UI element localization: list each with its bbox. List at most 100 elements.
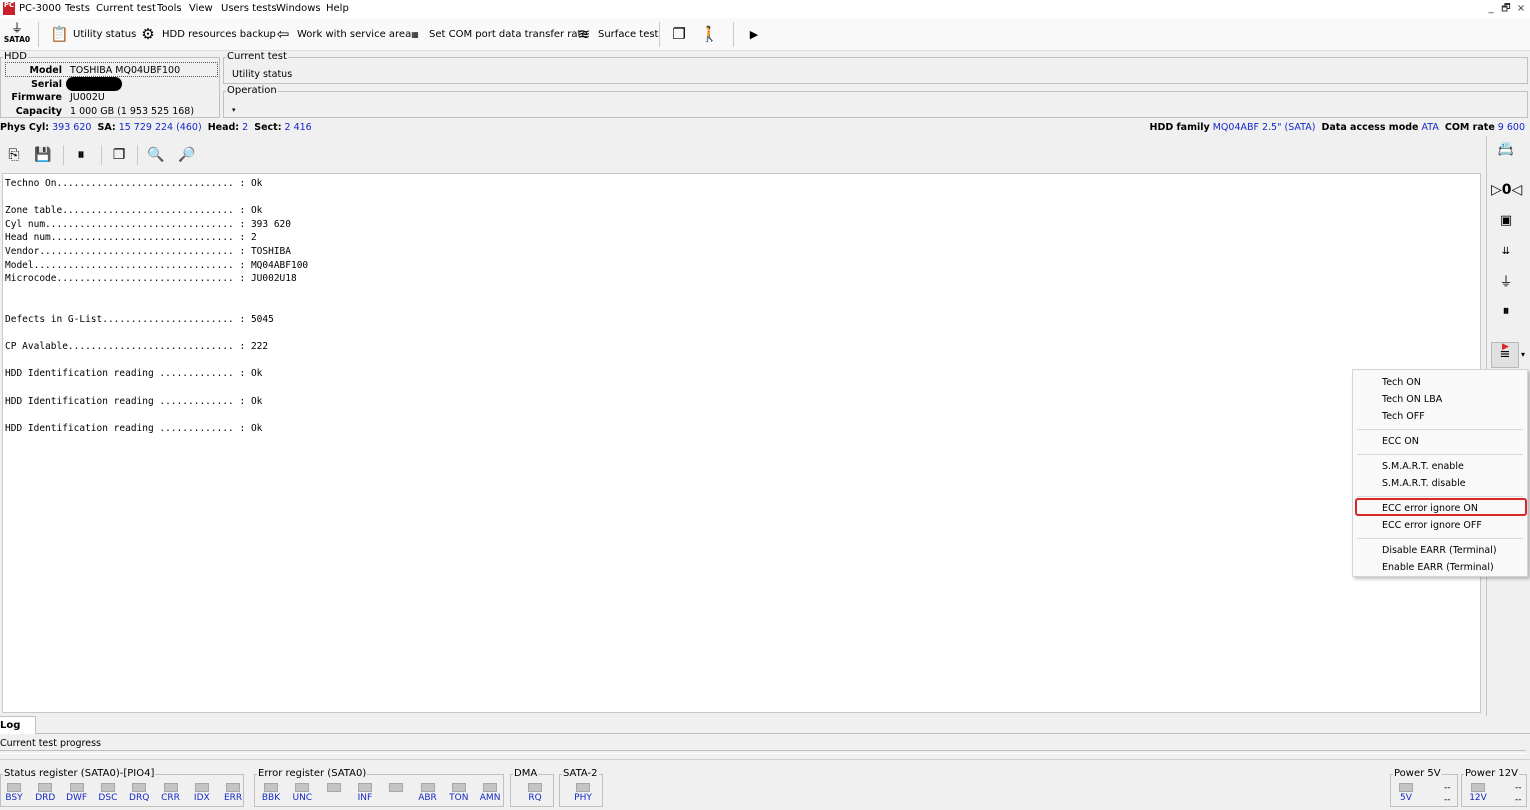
toolbar-separator [38, 22, 39, 47]
menu-item-tech-on-lba[interactable]: Tech ON LBA [1353, 391, 1527, 408]
restore-icon[interactable]: 🗗 [1499, 2, 1513, 16]
status-flag-indicator [132, 783, 147, 792]
power-icon[interactable]: ⏚ [1491, 271, 1521, 295]
menu-windows[interactable]: Windows [276, 3, 321, 14]
close-icon[interactable]: × [1514, 2, 1528, 16]
error-flag-label: ABR [418, 793, 437, 803]
status-flag-indicator [163, 783, 178, 792]
status-flag-label: BSY [5, 793, 23, 803]
com-rate-button[interactable]: ▦ Set COM port data transfer rate [406, 18, 587, 51]
menu-item-ecc-on[interactable]: ECC ON [1353, 433, 1527, 450]
pause-icon[interactable]: ⏸ [70, 145, 92, 165]
copy-icon[interactable]: ❐ [108, 145, 130, 165]
power-12v-flag-indicator [1471, 783, 1485, 792]
sata-port-button[interactable]: ⏚ SATA0 [3, 21, 31, 48]
com-rate-label: COM rate [1444, 122, 1495, 133]
clipboard-icon: 📋 [50, 25, 69, 43]
menu-item-ecc-error-ignore-off[interactable]: ECC error ignore OFF [1353, 517, 1527, 534]
menu-item-enable-earr-terminal[interactable]: Enable EARR (Terminal) [1353, 559, 1527, 576]
head-value: 2 [242, 122, 249, 133]
status-flag-label: DSC [98, 793, 118, 803]
error-flag-label: AMN [479, 793, 501, 803]
open-log-icon[interactable]: ⎘ [3, 145, 25, 165]
surface-test-label: Surface test [598, 29, 659, 40]
menu-help[interactable]: Help [326, 3, 349, 14]
current-test-progress-label: Current test progress [0, 738, 101, 749]
sata-label: SATA0 [3, 35, 31, 44]
exit-icon: 🚶 [700, 25, 719, 43]
log-line: Head num................................… [5, 232, 257, 244]
status-register-legend: Status register (SATA0)-[PIO4] [4, 768, 155, 779]
menu-item-tech-on[interactable]: Tech ON [1353, 374, 1527, 391]
tab-log[interactable]: Log [0, 716, 36, 734]
menu-app-title[interactable]: PC-3000 [19, 3, 61, 14]
chevron-down-icon[interactable]: ▾ [1521, 350, 1525, 359]
tech-commands-icon[interactable]: ▶ ≡ [1491, 342, 1519, 368]
plug-icon: ⏚ [10, 21, 23, 35]
firmware-label: Firmware [11, 92, 62, 103]
operation-dropdown-icon[interactable]: ▾ [232, 106, 236, 114]
sect-value: 2 416 [284, 122, 312, 133]
menu-tests[interactable]: Tests [65, 3, 90, 14]
error-flag-indicator [295, 783, 310, 792]
error-flag-indicator [483, 783, 498, 792]
chip-icon[interactable]: ▣ [1491, 209, 1521, 233]
minimize-icon[interactable]: _ [1484, 2, 1498, 16]
power-5v-legend: Power 5V [1394, 768, 1441, 779]
log-line: HDD Identification reading .............… [5, 368, 263, 380]
find-icon[interactable]: 🔍 [145, 145, 167, 165]
geometry-line: Phys Cyl: 393 620 SA: 15 729 224 (460) H… [0, 120, 1530, 134]
menu-current-test[interactable]: Current test [96, 3, 156, 14]
sa-value: 15 729 224 (460) [118, 122, 202, 133]
more-button[interactable]: ▶ [745, 18, 763, 51]
log-line: CP Avalable.............................… [5, 341, 269, 353]
log-panel[interactable]: Techno On...............................… [2, 173, 1481, 713]
error-flag-label: TON [449, 793, 469, 803]
find-next-icon[interactable]: 🔎 [176, 145, 198, 165]
error-flag-indicator [326, 783, 341, 792]
hdd-family-label: HDD family [1149, 122, 1210, 133]
menu-item-tech-off[interactable]: Tech OFF [1353, 408, 1527, 425]
service-area-label: Work with service area [297, 29, 412, 40]
dma-flag-indicator [528, 783, 542, 792]
surface-test-button[interactable]: ≋ Surface test [575, 18, 659, 51]
log-lines: Techno On...............................… [3, 174, 1480, 435]
menu-tools[interactable]: Tools [157, 3, 182, 14]
sect-label: Sect: [254, 122, 282, 133]
error-register-legend: Error register (SATA0) [258, 768, 367, 779]
current-test-value: Utility status [232, 69, 293, 80]
status-flag-indicator [38, 783, 53, 792]
status-flag-label: DRD [35, 793, 56, 803]
status-flag-indicator [194, 783, 209, 792]
status-separator [0, 759, 1530, 760]
utility-status-button[interactable]: 📋 Utility status [50, 18, 136, 51]
pause-icon[interactable]: ⏸ [1491, 300, 1521, 324]
info-card-icon[interactable]: 📇 [1491, 138, 1521, 162]
log-line: Microcode...............................… [5, 273, 297, 285]
hdd-resources-backup-button[interactable]: ⚙ HDD resources backup [139, 18, 276, 51]
windows-icon: ❐ [672, 25, 686, 43]
gears-icon: ⚙ [141, 25, 155, 43]
toolbar-separator [733, 22, 734, 47]
service-area-button[interactable]: ⇦ Work with service area [274, 18, 412, 51]
zero-icon[interactable]: ▷0◁ [1491, 178, 1522, 202]
save-log-icon[interactable]: 💾 [32, 145, 54, 165]
exit-button[interactable]: 🚶 [700, 18, 719, 51]
status-flag-label: CRR [161, 793, 180, 803]
com-rate-value: 9 600 [1497, 122, 1525, 133]
menu-view[interactable]: View [189, 3, 213, 14]
status-flag-label: DRQ [129, 793, 150, 803]
menu-item-disable-earr-terminal[interactable]: Disable EARR (Terminal) [1353, 542, 1527, 559]
menu-item-s-m-a-r-t-disable[interactable]: S.M.A.R.T. disable [1353, 475, 1527, 492]
reset-icon[interactable]: ⇊ [1491, 240, 1521, 264]
windows-button[interactable]: ❐ [670, 18, 688, 51]
current-test-legend: Current test [227, 51, 287, 62]
dma-legend: DMA [514, 768, 538, 779]
highlight-box [1355, 498, 1527, 516]
menu-item-s-m-a-r-t-enable[interactable]: S.M.A.R.T. enable [1353, 458, 1527, 475]
model-value: TOSHIBA MQ04UBF100 [70, 65, 181, 76]
menu-users-tests[interactable]: Users tests [221, 3, 277, 14]
play-arrow-icon: ▶ [749, 28, 759, 41]
